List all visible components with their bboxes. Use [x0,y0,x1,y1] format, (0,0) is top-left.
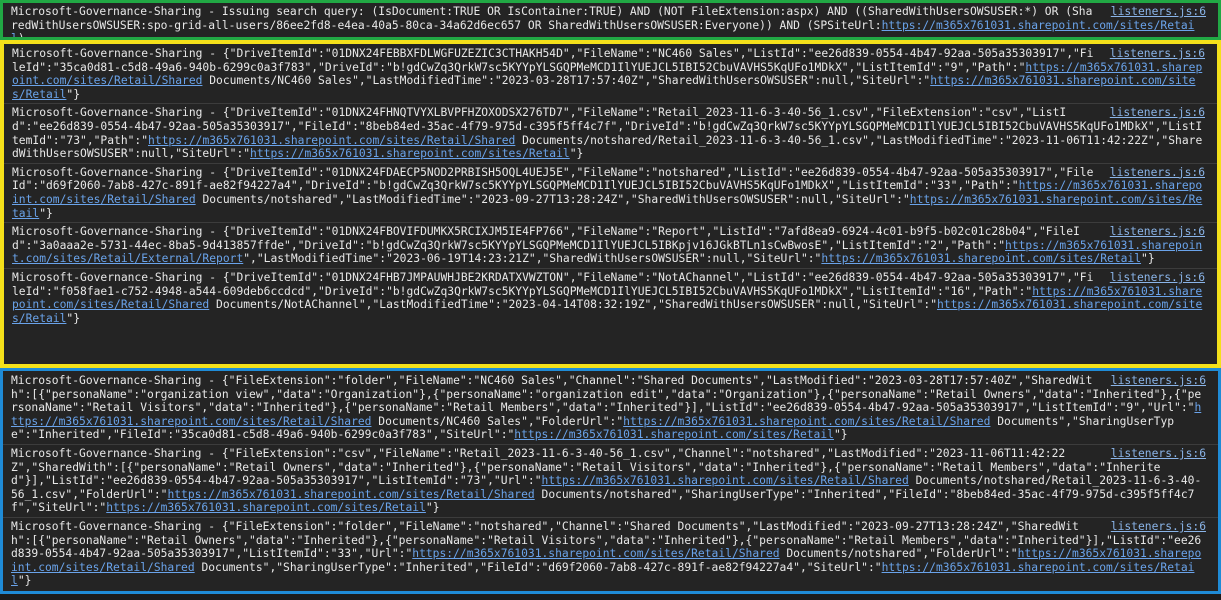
source-link[interactable]: listeners.js:6 [1110,166,1205,180]
sharing-entry: listeners.js:6 Microsoft-Governance-Shar… [3,372,1218,445]
log-text: Microsoft-Governance-Sharing - {"DriveIt… [12,165,1094,193]
sharing-entry: listeners.js:6 Microsoft-Governance-Shar… [3,445,1218,518]
item-url-link[interactable]: https://m365x761031.sharepoint.com/sites… [412,547,779,560]
result-entry: listeners.js:6 Microsoft-Governance-Shar… [4,164,1217,224]
result-entry: listeners.js:6 Microsoft-Governance-Shar… [4,104,1217,164]
log-text: Documents/notshared","LastModifiedTime":… [195,192,910,206]
log-text: "} [39,206,53,220]
source-link[interactable]: listeners.js:6 [1110,271,1205,285]
log-text: "} [425,501,440,515]
log-text: Microsoft-Governance-Sharing - {"DriveIt… [12,270,1094,298]
log-text: Microsoft-Governance-Sharing - {"FileExt… [11,374,1202,415]
log-text: Microsoft-Governance-Sharing - {"DriveIt… [12,225,1080,252]
result-entry: listeners.js:6 Microsoft-Governance-Shar… [4,269,1217,327]
result-entry: listeners.js:6 Microsoft-Governance-Shar… [4,223,1217,269]
log-text: "} [569,147,584,161]
site-url-link[interactable]: https://m365x761031.sharepoint.com/sites… [106,501,426,514]
source-link[interactable]: listeners.js:6 [1110,47,1205,61]
log-text: Documents/NC460 Sales","FolderUrl":" [371,414,624,428]
log-text: "} [66,311,81,325]
source-link[interactable]: listeners.js:6 [1110,225,1205,239]
source-link[interactable]: listeners.js:6 [1111,520,1206,534]
log-text: Documents","SharingUserType":"Inherited"… [194,560,882,574]
search-results-panel: listeners.js:6 Microsoft-Governance-Shar… [0,40,1221,368]
log-text: Documents/NC460 Sales","LastModifiedTime… [202,74,931,88]
log-text: "} [1141,252,1155,266]
source-link[interactable]: listeners.js:6 [1111,5,1206,19]
source-link[interactable]: listeners.js:6 [1111,447,1206,461]
log-text: Microsoft-Governance-Sharing - {"DriveIt… [12,47,1094,74]
log-text: Documents/NotAChannel","LastModifiedTime… [209,298,937,312]
folder-url-link[interactable]: https://m365x761031.sharepoint.com/sites… [623,415,990,428]
console-bottom-edge [0,594,1221,600]
log-text: "} [17,574,32,588]
source-link[interactable]: listeners.js:6 [1111,374,1206,388]
source-link[interactable]: listeners.js:6 [1110,106,1205,120]
site-url-link[interactable]: https://m365x761031.sharepoint.com/sites… [250,147,570,160]
sharing-entry: listeners.js:6 Microsoft-Governance-Shar… [3,518,1218,590]
item-url-link[interactable]: https://m365x761031.sharepoint.com/sites… [542,474,909,487]
log-text: "} [66,87,81,101]
site-url-link[interactable]: https://m365x761031.sharepoint.com/sites… [821,252,1141,265]
console-log-entry: listeners.js:6 Microsoft-Governance-Shar… [3,3,1218,40]
path-link[interactable]: https://m365x761031.sharepoint.com/sites… [148,134,515,147]
result-entry: listeners.js:6 Microsoft-Governance-Shar… [4,45,1217,105]
log-text: "} [833,428,848,442]
folder-url-link[interactable]: https://m365x761031.sharepoint.com/sites… [167,488,534,501]
site-url-link[interactable]: https://m365x761031.sharepoint.com/sites… [514,428,834,441]
log-text: ","LastModifiedTime":"2023-06-19T14:23:2… [243,252,822,266]
search-query-panel: listeners.js:6 Microsoft-Governance-Shar… [0,0,1221,40]
log-text-end: ) [17,32,25,40]
log-text: Documents/notshared","FolderUrl":" [779,547,1018,561]
sharing-details-panel: listeners.js:6 Microsoft-Governance-Shar… [0,368,1221,594]
